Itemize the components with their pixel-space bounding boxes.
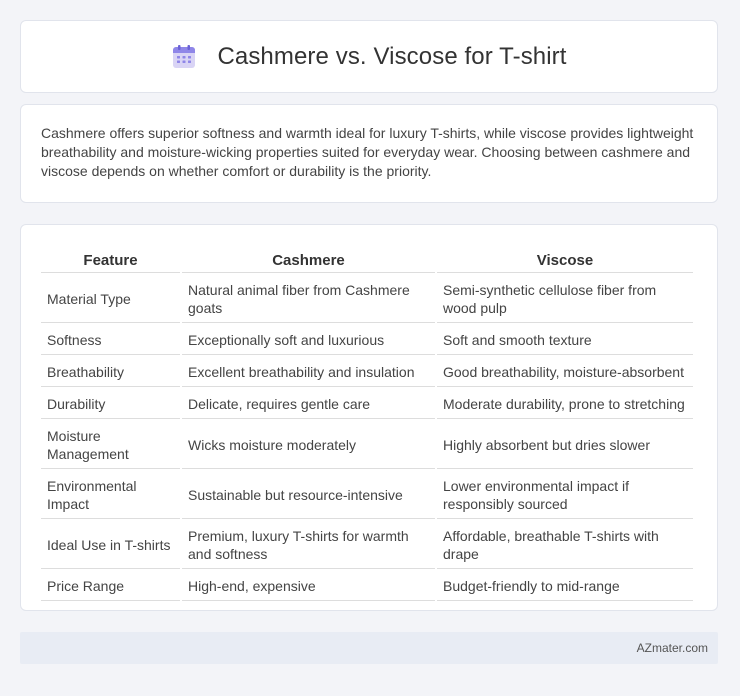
viscose-cell: Moderate durability, prone to stretching xyxy=(437,389,693,419)
cashmere-cell: Exceptionally soft and luxurious xyxy=(182,325,435,355)
footer-site-link[interactable]: AZmater.com xyxy=(637,641,708,655)
viscose-cell: Soft and smooth texture xyxy=(437,325,693,355)
feature-cell: Breathability xyxy=(41,357,180,387)
viscose-cell: Budget-friendly to mid-range xyxy=(437,571,693,601)
table-row: Breathability Excellent breathability an… xyxy=(41,357,693,387)
feature-cell: Ideal Use in T-shirts xyxy=(41,521,180,569)
page-title: Cashmere vs. Viscose for T-shirt xyxy=(217,42,567,70)
table-row: Ideal Use in T-shirts Premium, luxury T-… xyxy=(41,521,693,569)
title-wrap: Cashmere vs. Viscose for T-shirt xyxy=(171,43,566,71)
cashmere-cell: Sustainable but resource-intensive xyxy=(182,471,435,519)
feature-cell: Material Type xyxy=(41,275,180,323)
cashmere-cell: Delicate, requires gentle care xyxy=(182,389,435,419)
cashmere-cell: Excellent breathability and insulation xyxy=(182,357,435,387)
feature-cell: Price Range xyxy=(41,571,180,601)
viscose-cell: Highly absorbent but dries slower xyxy=(437,421,693,469)
table-row: Material Type Natural animal fiber from … xyxy=(41,275,693,323)
table-row: Environmental Impact Sustainable but res… xyxy=(41,471,693,519)
feature-cell: Moisture Management xyxy=(41,421,180,469)
table-row: Moisture Management Wicks moisture moder… xyxy=(41,421,693,469)
header-cashmere: Cashmere xyxy=(182,247,435,273)
intro-card: Cashmere offers superior softness and wa… xyxy=(20,104,718,203)
viscose-cell: Good breathability, moisture-absorbent xyxy=(437,357,693,387)
viscose-cell: Semi-synthetic cellulose fiber from wood… xyxy=(437,275,693,323)
viscose-cell: Affordable, breathable T-shirts with dra… xyxy=(437,521,693,569)
feature-cell: Environmental Impact xyxy=(41,471,180,519)
cashmere-cell: High-end, expensive xyxy=(182,571,435,601)
header-viscose: Viscose xyxy=(437,247,693,273)
table-row: Softness Exceptionally soft and luxuriou… xyxy=(41,325,693,355)
intro-text: Cashmere offers superior softness and wa… xyxy=(41,125,694,179)
table-row: Price Range High-end, expensive Budget-f… xyxy=(41,571,693,601)
calendar-icon xyxy=(171,44,197,70)
viscose-cell: Lower environmental impact if responsibl… xyxy=(437,471,693,519)
header-feature: Feature xyxy=(41,247,180,273)
feature-cell: Softness xyxy=(41,325,180,355)
comparison-table: Feature Cashmere Viscose Material Type N… xyxy=(39,245,695,603)
table-header-row: Feature Cashmere Viscose xyxy=(41,247,693,273)
table-row: Durability Delicate, requires gentle car… xyxy=(41,389,693,419)
footer-bar: AZmater.com xyxy=(20,632,718,664)
feature-cell: Durability xyxy=(41,389,180,419)
cashmere-cell: Wicks moisture moderately xyxy=(182,421,435,469)
title-card: Cashmere vs. Viscose for T-shirt xyxy=(20,20,718,93)
cashmere-cell: Premium, luxury T-shirts for warmth and … xyxy=(182,521,435,569)
cashmere-cell: Natural animal fiber from Cashmere goats xyxy=(182,275,435,323)
comparison-table-card: Feature Cashmere Viscose Material Type N… xyxy=(20,224,718,611)
